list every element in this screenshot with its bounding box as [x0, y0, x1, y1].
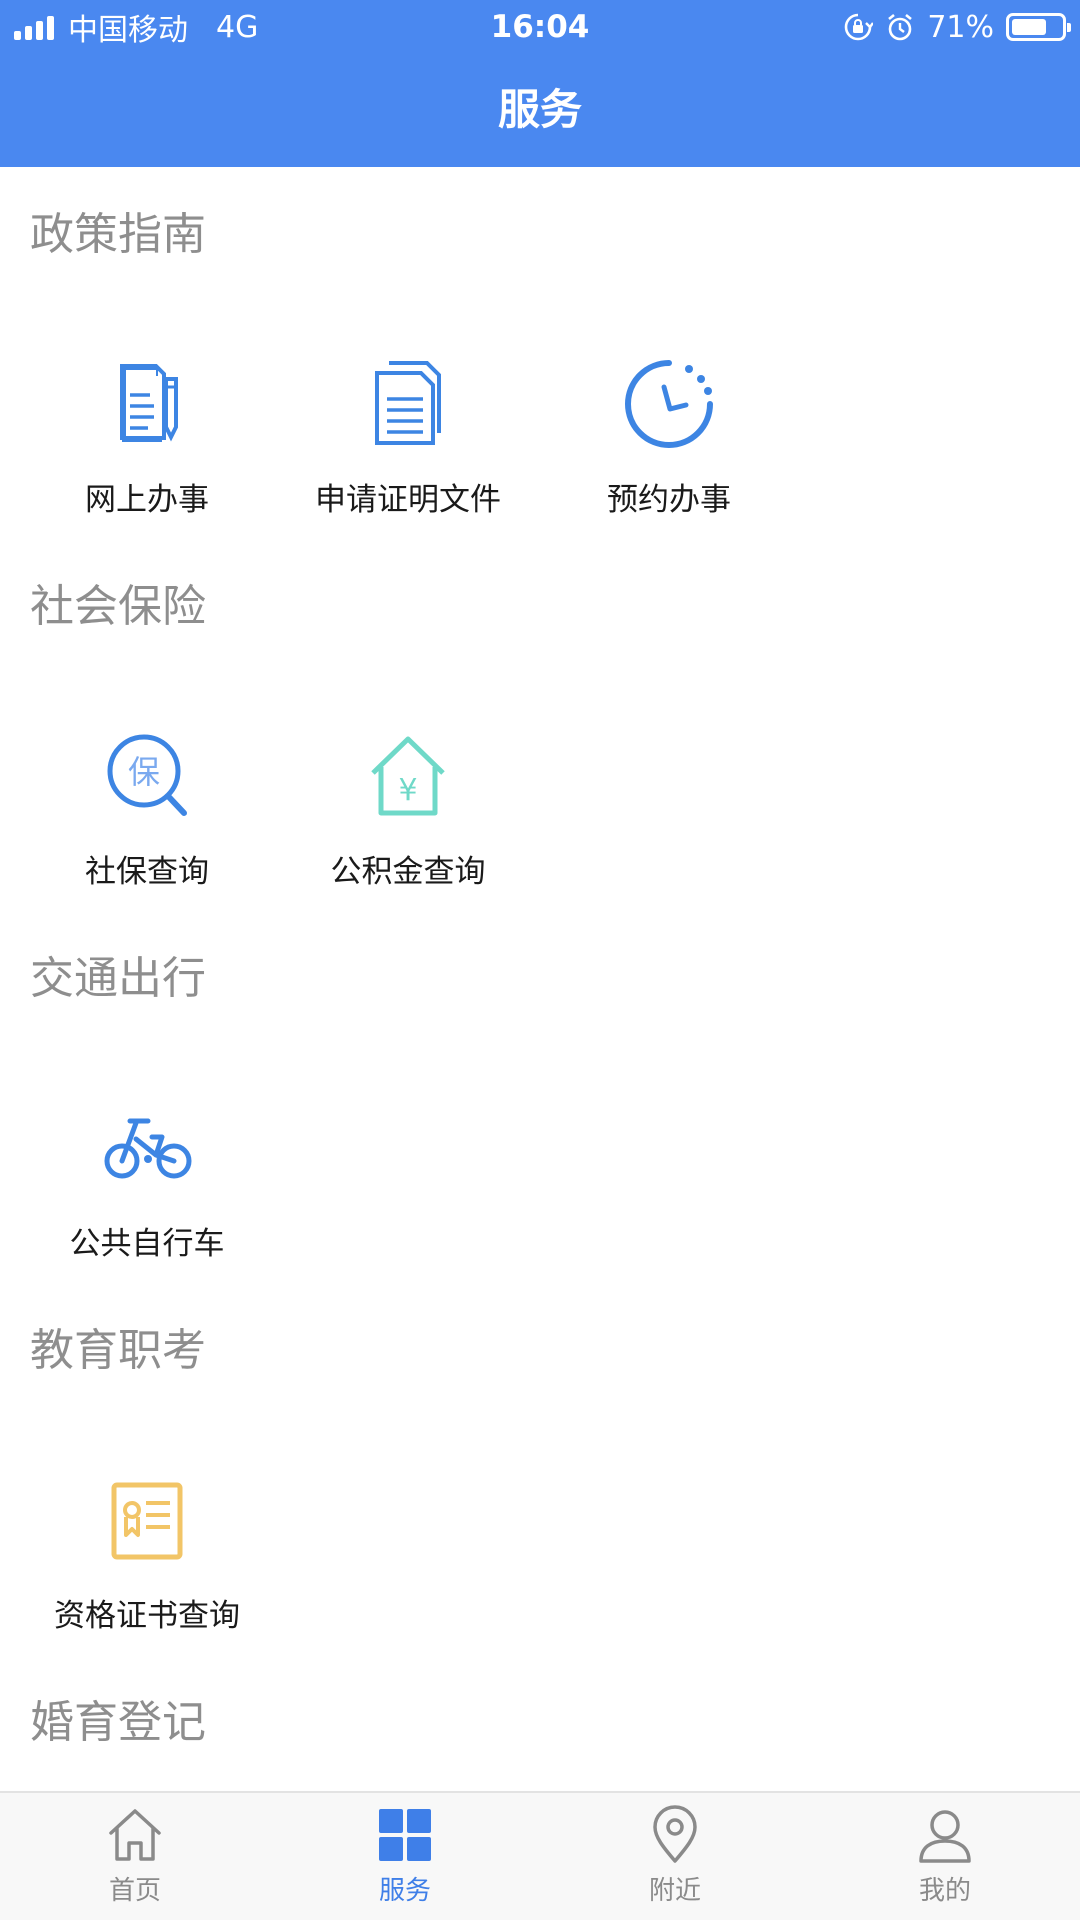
rotation-lock-icon [845, 13, 874, 41]
insurance-search-icon: 保 [92, 721, 202, 831]
battery-icon [1006, 13, 1071, 41]
documents-icon [353, 349, 463, 459]
tab-nearby[interactable]: 附近 [575, 1803, 775, 1907]
service-label: 网上办事 [85, 482, 209, 518]
location-pin-icon [643, 1803, 707, 1867]
service-label: 公积金查询 [330, 854, 486, 890]
app-header: 中国移动 4G 16:04 71% 服务 [0, 0, 1080, 167]
service-label: 社保查询 [85, 854, 209, 890]
certificate-icon [92, 1465, 202, 1575]
tab-mine[interactable]: 我的 [845, 1803, 1045, 1907]
tab-label: 服务 [378, 1876, 431, 1906]
document-pen-icon [92, 349, 202, 459]
alarm-clock-icon [888, 13, 913, 41]
service-label: 预约办事 [607, 482, 731, 518]
service-online-affairs[interactable]: 网上办事 [17, 349, 277, 521]
insurance-glyph: 保 [128, 753, 160, 791]
service-apply-certificate[interactable]: 申请证明文件 [278, 349, 538, 521]
tab-label: 附近 [648, 1876, 701, 1906]
home-icon [103, 1803, 167, 1867]
battery-fill [1012, 19, 1047, 35]
section-title-education-exams: 教育职考 [30, 1325, 206, 1376]
services-content[interactable]: 政策指南 网上办事 申请证明文件 预约办事 社会保险 保 社保查询 ¥ 公积金查… [0, 167, 1080, 1791]
service-label: 资格证书查询 [54, 1598, 240, 1634]
section-title-marriage-registration: 婚育登记 [30, 1697, 206, 1748]
battery-percent: 71% [927, 9, 994, 45]
page-title: 服务 [497, 85, 582, 134]
tab-label: 我的 [918, 1876, 971, 1906]
section-title-policy-guide: 政策指南 [30, 209, 206, 260]
service-housing-fund-query[interactable]: ¥ 公积金查询 [278, 721, 538, 893]
service-label: 申请证明文件 [315, 482, 501, 518]
service-appointment[interactable]: 预约办事 [539, 349, 799, 521]
section-title-social-insurance: 社会保险 [30, 581, 206, 632]
housing-fund-icon: ¥ [353, 721, 463, 831]
service-label: 公共自行车 [69, 1226, 225, 1262]
service-certificate-query[interactable]: 资格证书查询 [17, 1465, 277, 1637]
grid-icon [373, 1803, 437, 1867]
status-bar: 中国移动 4G 16:04 71% [0, 0, 1080, 54]
section-title-transportation: 交通出行 [30, 953, 206, 1004]
service-public-bicycle[interactable]: 公共自行车 [17, 1093, 277, 1265]
service-social-insurance-query[interactable]: 保 社保查询 [17, 721, 277, 893]
clock-icon [614, 349, 724, 459]
tab-label: 首页 [108, 1876, 161, 1906]
yuan-glyph: ¥ [398, 773, 417, 808]
bottom-tab-bar: 首页 服务 附近 我的 [0, 1791, 1080, 1920]
status-right: 71% [843, 6, 1071, 48]
tab-services[interactable]: 服务 [305, 1803, 505, 1907]
tab-home[interactable]: 首页 [35, 1803, 235, 1907]
user-icon [913, 1803, 977, 1867]
bicycle-icon [92, 1093, 202, 1203]
